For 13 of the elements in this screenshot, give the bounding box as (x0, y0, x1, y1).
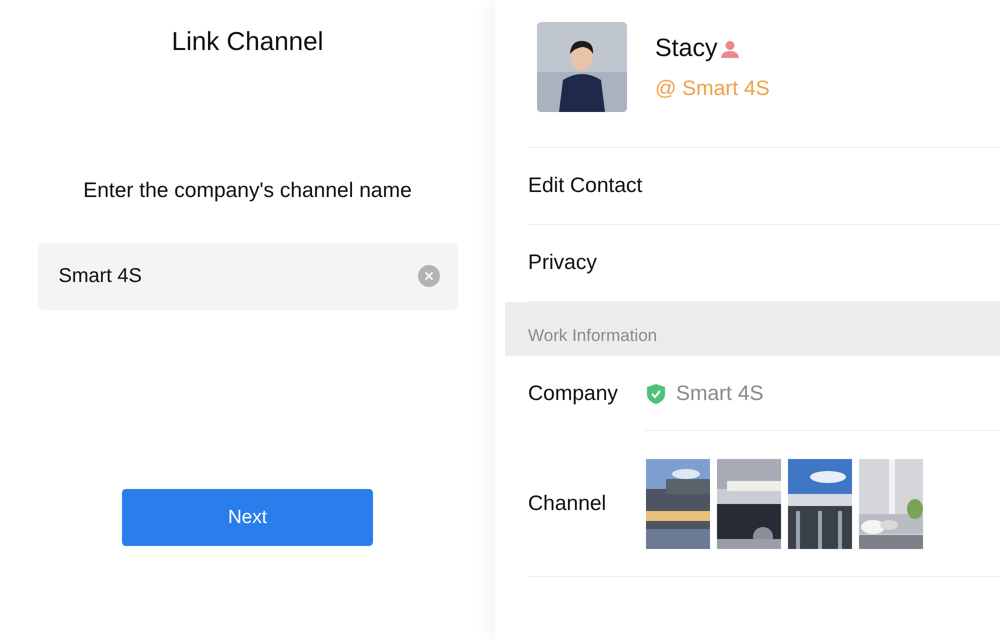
section-title: Work Information (528, 326, 658, 346)
channel-name-field[interactable]: Smart 4S (38, 243, 458, 310)
field-label: Channel (528, 492, 608, 516)
menu-item[interactable]: Edit Contact (528, 148, 1000, 225)
company-value: Smart 4S (676, 382, 764, 406)
clear-icon[interactable] (418, 265, 440, 287)
contact-name: Stacy (655, 34, 718, 63)
female-person-icon (720, 38, 740, 58)
page-title: Link Channel (172, 26, 324, 57)
next-button[interactable]: Next (122, 489, 373, 546)
field-label: Company (528, 382, 619, 406)
prompt-text: Enter the company's channel name (83, 179, 412, 203)
company-tag: @ Smart 4S (655, 77, 770, 101)
